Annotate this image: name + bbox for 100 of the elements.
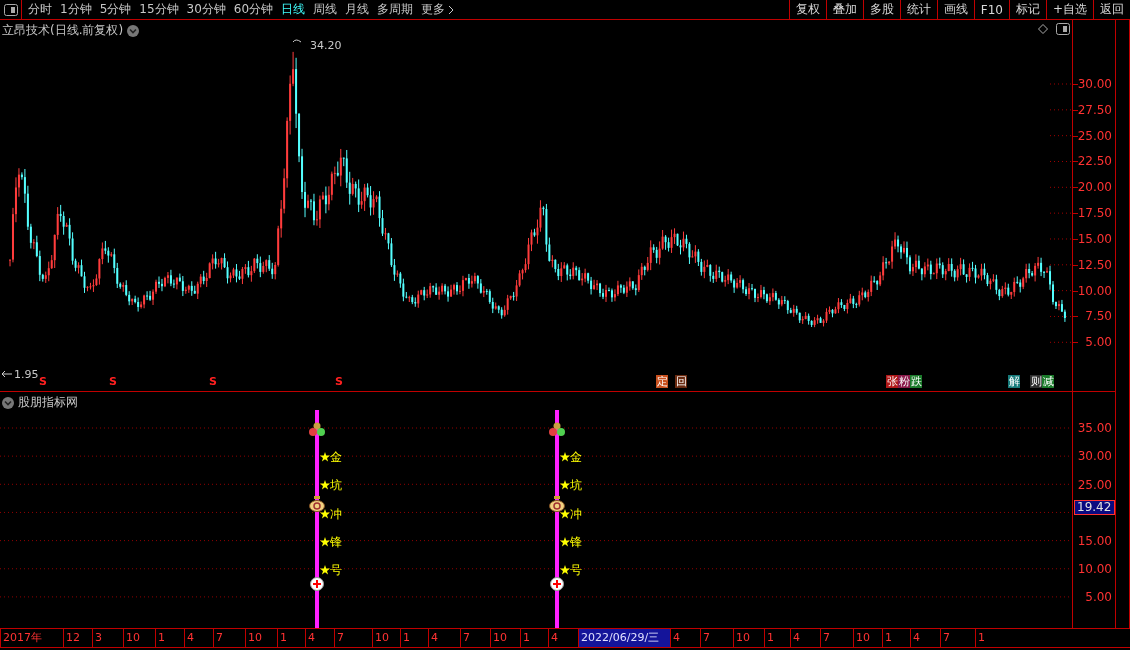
event-badge: 跌 [910,375,922,388]
date-tick: 10 [372,629,400,647]
date-tick: 7 [213,629,245,647]
period-tab[interactable]: 月线 [345,1,370,18]
signal-label: 冲 [330,508,342,521]
panel-toggle-icon[interactable] [1056,23,1070,35]
signal-label: 坑 [330,479,342,492]
event-badge: 回 [675,375,687,388]
axis-label: 27.50 [1077,103,1112,116]
grid-line [1049,264,1072,266]
date-tick: 7 [940,629,975,647]
grid-line [1049,290,1072,292]
date-tick: 1 [975,629,1015,647]
period-tab[interactable]: 日线 [281,1,306,18]
grid-line [1049,109,1072,111]
date-tick: 2017年 [0,629,63,647]
axis-label: 20.00 [1077,181,1112,194]
date-tick: 7 [334,629,372,647]
date-tick: 1 [764,629,790,647]
toolbar-button[interactable]: 返回 [1093,0,1130,19]
toolbar-button[interactable]: 叠加 [825,0,863,19]
sell-marker: S [335,376,343,387]
axis-label: 5.00 [1085,336,1112,349]
period-tab[interactable]: 30分钟 [186,1,226,18]
axis-label: 17.50 [1077,207,1112,220]
toolbar-button[interactable]: 复权 [788,0,826,19]
period-tab[interactable]: 多周期 [377,1,414,18]
chevron-right-icon [448,4,455,15]
chevron-down-icon[interactable] [127,24,140,37]
date-tick: 4 [790,629,820,647]
money-bag-icon [549,496,565,512]
plus-circle-icon [550,577,564,591]
period-tab[interactable]: 1分钟 [60,1,92,18]
period-tab[interactable]: 分时 [28,1,52,18]
event-badge: 粉 [898,375,910,388]
toolbar-button[interactable]: 多股 [862,0,900,19]
diamond-icon[interactable] [1038,24,1048,34]
low-price-label: 1.95 [14,369,39,380]
signal-label: 金 [570,451,582,464]
date-tick: 10 [245,629,277,647]
signal-label: 金 [330,451,342,464]
date-tick: 1 [882,629,910,647]
grid-line [1049,315,1072,317]
period-tab[interactable]: 周线 [313,1,338,18]
sell-marker: S [39,376,47,387]
plus-circle-icon [310,577,324,591]
current-value-label: 19.42 [1074,500,1115,515]
event-badge: 则 [1030,375,1042,388]
date-tick: 1 [520,629,548,647]
axis-label: 35.00 [1077,422,1112,434]
grid-line [1049,212,1072,214]
axis-label: 7.50 [1085,310,1112,323]
sell-marker: S [209,376,217,387]
axis-label: 10.00 [1077,563,1112,575]
date-tick: 2022/06/29/三 [578,629,670,647]
date-tick: 12 [63,629,92,647]
axis-label: 12.50 [1077,258,1112,271]
event-badge: 减 [1042,375,1054,388]
toolbar-button[interactable]: F10 [973,0,1009,19]
signal-label: 号 [330,564,342,577]
grid-line [1049,83,1072,85]
period-tab[interactable]: 60分钟 [233,1,274,18]
high-price-label: 34.20 [310,40,342,51]
toolbar-button[interactable]: 画线 [936,0,974,19]
star-icon [320,565,330,575]
sell-marker: S [109,376,117,387]
date-tick: 7 [820,629,853,647]
star-icon [560,565,570,575]
grid-line [1049,341,1072,343]
axis-label: 30.00 [1077,450,1112,462]
date-tick: 4 [910,629,940,647]
grid-line [1049,186,1072,188]
period-tab[interactable]: 15分钟 [139,1,179,18]
signal-label: 坑 [570,479,582,492]
signal-label: 号 [570,564,582,577]
indicator-title: 股朋指标网 [18,394,78,411]
date-tick: 10 [733,629,764,647]
toolbar-button[interactable]: 统计 [899,0,937,19]
star-icon [560,537,570,547]
star-icon [560,452,570,462]
panel-toggle-icon[interactable] [3,3,18,16]
event-badge: 张 [886,375,898,388]
axis-label: 15.00 [1077,535,1112,547]
period-tab[interactable]: 更多 [421,1,455,18]
chevron-down-icon[interactable] [2,396,14,409]
star-icon [320,537,330,547]
star-icon [320,452,330,462]
date-tick: 7 [700,629,733,647]
toolbar-button[interactable]: 标记 [1008,0,1046,19]
axis-label: 25.00 [1077,129,1112,142]
balls-icon [309,422,325,437]
toolbar-button[interactable]: +自选 [1045,0,1093,19]
period-tab[interactable]: 5分钟 [99,1,132,18]
signal-label: 锋 [330,536,342,549]
date-tick: 4 [428,629,460,647]
date-tick: 4 [305,629,334,647]
date-tick: 10 [490,629,520,647]
date-tick: 4 [184,629,213,647]
grid-line [1049,238,1072,240]
star-icon [320,509,330,519]
